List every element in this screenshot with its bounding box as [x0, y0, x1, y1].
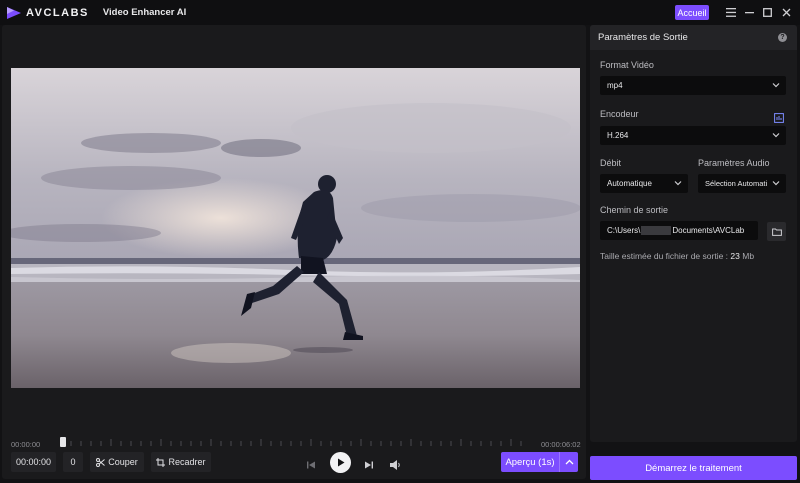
time-input[interactable]: 00:00:00	[11, 452, 56, 472]
preview-button-label: Aperçu (1s)	[505, 456, 555, 468]
cut-button-label: Couper	[108, 457, 138, 467]
timeline-current-time: 00:00:00	[11, 440, 41, 449]
title-bar: AVCLABS Video Enhancer AI Accueil	[0, 0, 800, 25]
minimize-icon[interactable]	[742, 4, 756, 20]
menu-icon[interactable]	[724, 4, 738, 20]
output-path-suffix: Documents\AVCLab	[672, 226, 745, 235]
format-value: mp4	[607, 81, 623, 90]
audio-value: Sélection Automati	[705, 179, 768, 188]
bitrate-value: Automatique	[607, 179, 652, 188]
crop-icon	[156, 457, 166, 467]
skip-forward-icon[interactable]	[364, 457, 374, 469]
chevron-down-icon	[772, 83, 780, 88]
redacted-username	[641, 226, 672, 235]
video-frame[interactable]	[11, 68, 580, 388]
output-path-prefix: C:\Users\	[607, 226, 641, 235]
cut-button[interactable]: Couper	[90, 452, 144, 472]
close-icon[interactable]	[779, 4, 793, 20]
audio-label: Paramètres Audio	[698, 158, 770, 168]
avclabs-logo-icon	[7, 6, 21, 19]
timeline-playhead[interactable]	[60, 437, 66, 447]
preview-button[interactable]: Aperçu (1s)	[501, 452, 578, 472]
settings-sliders-icon[interactable]	[774, 110, 784, 123]
logo: AVCLABS	[7, 6, 89, 19]
timeline-ticks[interactable]	[59, 437, 529, 453]
play-button[interactable]	[330, 452, 351, 473]
output-path-label: Chemin de sortie	[600, 205, 669, 215]
chevron-down-icon	[772, 133, 780, 138]
chevron-down-icon	[674, 181, 682, 186]
output-path-field[interactable]: C:\Users\ Documents\AVCLab	[600, 221, 758, 240]
home-button[interactable]: Accueil	[675, 5, 709, 20]
settings-title: Paramètres de Sortie	[598, 32, 688, 43]
start-processing-button[interactable]: Démarrez le traitement	[590, 456, 797, 480]
timeline[interactable]: 00:00:00 00:00:06:02	[11, 437, 581, 453]
bitrate-label: Débit	[600, 158, 622, 168]
format-label: Format Vidéo	[600, 60, 654, 70]
timeline-total-time: 00:00:06:02	[541, 440, 581, 449]
crop-button-label: Recadrer	[168, 457, 206, 467]
frame-input[interactable]: 0	[63, 452, 83, 472]
scissors-icon	[96, 457, 106, 467]
estimated-size-label: Taille estimée du fichier de sortie :	[600, 251, 729, 261]
folder-icon	[771, 228, 782, 236]
audio-select[interactable]: Sélection Automati	[698, 174, 786, 193]
estimated-size: Taille estimée du fichier de sortie : 23…	[600, 251, 754, 261]
encoder-select[interactable]: H.264	[600, 126, 786, 145]
estimated-size-unit: Mb	[742, 251, 755, 261]
maximize-icon[interactable]	[760, 4, 774, 20]
bitrate-select[interactable]: Automatique	[600, 174, 688, 193]
browse-folder-button[interactable]	[767, 222, 786, 241]
format-select[interactable]: mp4	[600, 76, 786, 95]
crop-button[interactable]: Recadrer	[151, 452, 211, 472]
video-preview-panel: 00:00:00 00:00:06:02	[2, 25, 586, 479]
chevron-down-icon	[772, 181, 780, 186]
app-window: AVCLABS Video Enhancer AI Accueil 00:00:…	[0, 0, 800, 483]
brand-name: AVCLABS	[26, 6, 89, 19]
estimated-size-value: 23	[730, 251, 740, 261]
encoder-value: H.264	[607, 131, 629, 140]
chevron-up-icon[interactable]	[559, 452, 578, 472]
skip-back-icon[interactable]	[306, 457, 316, 469]
video-image	[11, 68, 580, 388]
help-icon[interactable]: ?	[778, 33, 787, 42]
encoder-label: Encodeur	[600, 109, 639, 119]
play-icon	[337, 458, 344, 467]
volume-icon[interactable]	[390, 457, 402, 470]
output-settings-panel: Paramètres de Sortie ? Format Vidéo mp4 …	[590, 25, 797, 442]
app-title: Video Enhancer AI	[102, 7, 187, 18]
settings-header: Paramètres de Sortie ?	[590, 25, 797, 50]
